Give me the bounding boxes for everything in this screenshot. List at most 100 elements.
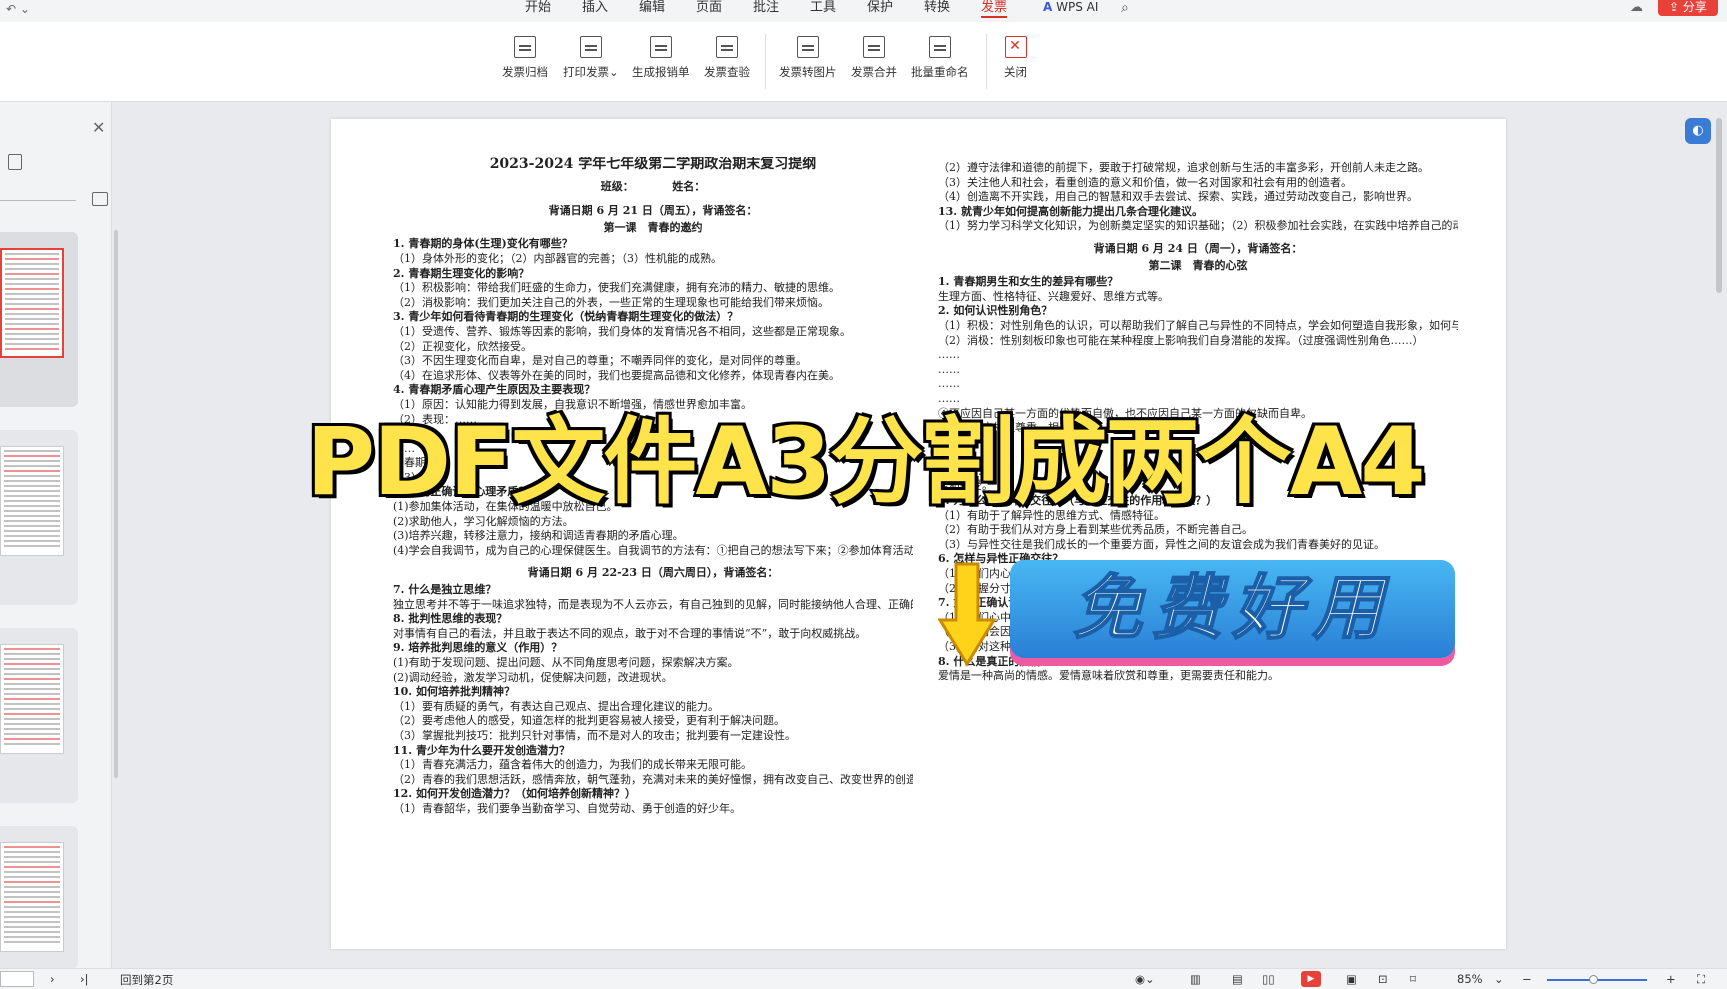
- answer-line: (4)学会自我调节，成为自己的心理保健医生。自我调节的方法有：①把自己的想法写下…: [393, 543, 913, 557]
- page-thumbnail[interactable]: [0, 628, 78, 803]
- answer-line: ……: [938, 391, 960, 405]
- single-page-icon[interactable]: ▥: [1190, 972, 1201, 986]
- document-scrollbar[interactable]: [1716, 118, 1722, 293]
- printer-icon: [579, 36, 602, 58]
- wps-ai-label: WPS AI: [1056, 0, 1099, 14]
- overlay-title: PDF文件A3分割成两个A4: [304, 406, 1427, 519]
- left-lines-2: 7. 什么是独立思维？ 独立思考并不等于一味追求独特，而是表现为不人云亦云，有自己…: [393, 583, 913, 817]
- fullscreen-icon[interactable]: ⛶: [1697, 972, 1705, 987]
- close-icon: [1004, 36, 1027, 58]
- free-badge-label: 免费好用: [1072, 566, 1393, 650]
- document-page: 2023-2024 学年七年级第二学期政治期末复习提纲 班级： 姓名： 背诵日期…: [331, 119, 1506, 949]
- zoom-in-icon[interactable]: +: [1666, 972, 1676, 986]
- lesson-title: 第一课 青春的邀约: [603, 220, 703, 234]
- answer-line: （2）青春的我们思想活跃，感情奔放，朝气蓬勃，充满对未来的美好憧憬，拥有改变自己…: [393, 772, 913, 786]
- zoom-level[interactable]: 85%: [1457, 972, 1483, 986]
- question-line: 1. 青春期男生和女生的差异有哪些？: [938, 275, 1119, 289]
- answer-line: 生理方面、性格特征、兴趣爱好、思维方式等。: [938, 289, 1169, 303]
- tab-invoice[interactable]: 发票: [981, 0, 1008, 22]
- last-page-icon[interactable]: ›|: [80, 972, 88, 986]
- archive-icon: [514, 36, 536, 58]
- invoice-merge-label: 发票合并: [851, 65, 897, 79]
- question-line: 13. 就青少年如何提高创新能力提出几条合理化建议。: [938, 204, 1203, 218]
- merge-icon: [863, 36, 885, 58]
- right-lines: （2）遵守法律和道德的前提下，要敢于打破常规，追求创新与生活的丰富多彩，开创前人…: [938, 161, 1458, 234]
- bookmark-icon[interactable]: ⌑: [1410, 972, 1416, 986]
- divider: [0, 200, 76, 201]
- fit-page-icon[interactable]: ⊡: [1378, 972, 1388, 986]
- assistant-chip-icon[interactable]: ◐: [1685, 118, 1711, 144]
- tab-tools[interactable]: 工具: [810, 0, 836, 22]
- tab-protect[interactable]: 保护: [867, 0, 893, 22]
- thumbnail-image: [0, 248, 64, 358]
- image-icon[interactable]: [92, 192, 108, 206]
- tab-insert[interactable]: 插入: [582, 0, 608, 22]
- tab-page[interactable]: 页面: [696, 0, 722, 22]
- invoice-archive-button[interactable]: 发票归档: [502, 36, 548, 80]
- invoice-merge-button[interactable]: 发票合并: [851, 36, 897, 80]
- page-thumbnail[interactable]: [0, 430, 78, 605]
- recite-date: 背诵日期 6 月 24 日（周一），背诵签名：: [1093, 241, 1303, 255]
- tab-start[interactable]: 开始: [525, 0, 551, 22]
- answer-line: 独立思考并不等于一味追求独特，而是表现为不人云亦云，有自己独到的见解，同时能接纳…: [393, 597, 913, 611]
- print-invoice-label: 打印发票: [563, 65, 609, 79]
- rename-icon: [928, 36, 951, 58]
- answer-line: （4）创造离不开实践，用自己的智慧和双手去尝试、探索、实践，通过劳动改变自己，影…: [938, 190, 1418, 204]
- answer-line: （1）青春充满活力，蕴含着伟大的创造力，为我们的成长带来无限可能。: [393, 758, 752, 772]
- tab-annotate[interactable]: 批注: [753, 0, 779, 22]
- search-icon[interactable]: ⌕: [1121, 0, 1129, 16]
- answer-line: （1）努力学习科学文化知识，为创新奠定坚实的知识基础；（2）积极参加社会实践，在…: [938, 219, 1458, 233]
- answer-line: （1）受遗传、营养、锻炼等因素的影响，我们身体的发育情况各不相同，这些都是正常现…: [393, 324, 851, 338]
- two-page-icon[interactable]: ▯▯: [1262, 972, 1275, 986]
- cloud-upload-icon[interactable]: ☁: [1630, 0, 1643, 15]
- wps-ai-icon: A: [1043, 0, 1053, 14]
- question-line: 12. 如何开发创造潜力？（如何培养创新精神？）: [393, 787, 636, 801]
- page-number-input[interactable]: [0, 971, 34, 987]
- answer-line: ……: [938, 362, 960, 376]
- document-title: 2023-2024 学年七年级第二学期政治期末复习提纲: [489, 157, 817, 172]
- tab-edit[interactable]: 编辑: [639, 0, 665, 22]
- batch-rename-button[interactable]: 批量重命名: [911, 36, 969, 80]
- thumbnail-scrollbar[interactable]: [114, 230, 118, 778]
- question-line: 2. 如何认识性别角色？: [938, 304, 1053, 318]
- pages-icon[interactable]: [8, 154, 22, 170]
- ribbon-divider: [986, 34, 987, 89]
- answer-line: （2）有助于我们从对方身上看到某些优秀品质，不断完善自己。: [938, 523, 1253, 537]
- thumbnail-panel: ✕: [0, 102, 112, 968]
- arrow-down-icon: [938, 562, 997, 667]
- invoice-to-image-button[interactable]: 发票转图片: [779, 36, 837, 80]
- lesson-title: 第二课 青春的心弦: [1148, 258, 1248, 272]
- print-invoice-button[interactable]: 打印发票⌄: [563, 36, 619, 80]
- tab-convert[interactable]: 转换: [924, 0, 950, 22]
- answer-line: (3)培养兴趣，转移注意力，接纳和调适青春期的矛盾心理。: [393, 529, 684, 543]
- question-line: 3. 青少年如何看待青春期的生理变化（悦纳青春期生理变化的做法）？: [393, 310, 739, 324]
- share-button[interactable]: ⇪ 分享: [1658, 0, 1718, 16]
- answer-line: ……: [938, 348, 960, 362]
- eye-icon[interactable]: ◉⌄: [1135, 972, 1155, 986]
- invoice-verify-button[interactable]: 发票查验: [704, 36, 750, 80]
- generate-reimbursement-button[interactable]: 生成报销单: [632, 36, 690, 80]
- continuous-icon[interactable]: ▤: [1232, 972, 1243, 986]
- invoice-to-image-label: 发票转图片: [779, 65, 837, 79]
- page-thumbnail[interactable]: [0, 232, 78, 407]
- answer-line: （2）正视变化，欣然接受。: [393, 339, 532, 353]
- undo-icon[interactable]: ↶ ⌄: [6, 2, 30, 16]
- share-label: 分享: [1682, 0, 1707, 14]
- back-to-page-link[interactable]: 回到第2页: [120, 972, 173, 988]
- fit-width-icon[interactable]: ▣: [1346, 972, 1357, 986]
- zoom-out-icon[interactable]: −: [1522, 972, 1532, 986]
- wps-ai-button[interactable]: A WPS AI: [1043, 0, 1098, 14]
- close-icon[interactable]: ✕: [92, 118, 105, 137]
- answer-line: （2）消极影响：我们更加关注自己的外表，一些正常的生理现象也可能给我们带来烦恼。: [393, 295, 829, 309]
- page-thumbnail[interactable]: [0, 826, 78, 968]
- question-line: 7. 什么是独立思维？: [393, 583, 497, 597]
- zoom-slider-handle[interactable]: [1589, 975, 1598, 984]
- ribbon-toolbar: 发票归档 打印发票⌄ 生成报销单 发票查验 发票转图片 发票合并 批量重命名 关…: [0, 22, 1727, 102]
- play-icon[interactable]: ▶: [1301, 971, 1321, 987]
- next-page-icon[interactable]: ›: [50, 972, 55, 986]
- menu-bar: ↶ ⌄ 开始 插入 编辑 页面 批注 工具 保护 转换 发票 A WPS AI …: [0, 0, 1727, 22]
- chevron-down-icon[interactable]: ⌄: [1494, 972, 1504, 986]
- image-convert-icon: [796, 36, 819, 58]
- close-ribbon-button[interactable]: 关闭: [1004, 36, 1027, 80]
- answer-line: （2）消极：性别刻板印象也可能在某种程度上影响我们自身潜能的发挥。（过度强调性别…: [938, 333, 1424, 347]
